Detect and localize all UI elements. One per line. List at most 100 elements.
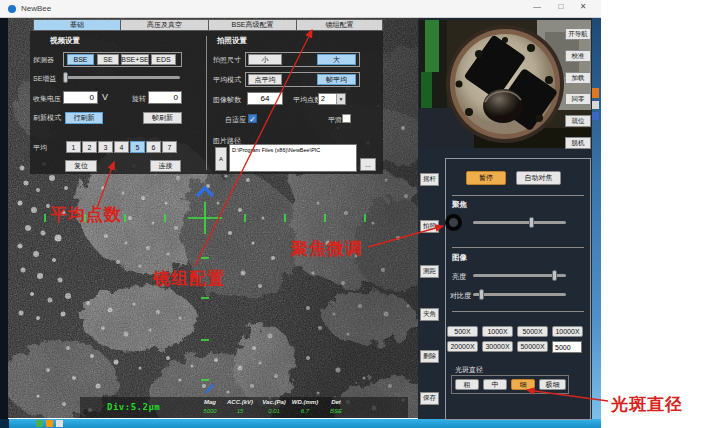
window-left-edge xyxy=(0,18,8,419)
snapshot-button[interactable]: 拍照 xyxy=(420,220,439,233)
average-mode-label: 平均模式 xyxy=(213,76,241,84)
det-value: BSE xyxy=(330,408,342,414)
mag-20000x-button[interactable]: 20000X xyxy=(447,341,478,352)
capture-frames-label: 图像帧数 xyxy=(213,96,241,104)
tab-bse-config[interactable]: BSE高级配置 xyxy=(209,19,297,31)
start-button[interactable] xyxy=(0,419,9,428)
angle-button[interactable]: 夹角 xyxy=(420,308,439,321)
mag-5000x-button[interactable]: 5000X xyxy=(517,326,548,337)
taskbar-icon[interactable] xyxy=(36,420,43,427)
det-header: Det xyxy=(331,399,341,405)
open-navigation-button[interactable]: 开导航 xyxy=(565,28,591,40)
focus-slider[interactable] xyxy=(473,221,566,224)
wd-value: 6.7 xyxy=(301,408,309,414)
spot-fine-button[interactable]: 细 xyxy=(511,379,535,390)
vac-header: Vac.(Pa) xyxy=(262,399,285,405)
acc-value: 15 xyxy=(237,408,244,414)
path-tool-button[interactable]: A xyxy=(215,147,227,171)
point-average-button[interactable]: 点平均 xyxy=(248,74,282,85)
voltage-unit: V xyxy=(102,93,108,101)
mag-50000x-button[interactable]: 50000X xyxy=(517,341,548,352)
average-points-label: 平均点数 xyxy=(293,96,321,104)
offline-button[interactable]: 脱机 xyxy=(565,137,591,149)
mag-500x-button[interactable]: 500X xyxy=(447,326,478,337)
browse-button[interactable]: ... xyxy=(360,158,376,171)
focus-slider-thumb[interactable] xyxy=(529,217,534,228)
contrast-slider[interactable] xyxy=(473,293,566,296)
vac-value: 0.01 xyxy=(268,408,280,414)
in-position-button[interactable]: 就位 xyxy=(565,115,591,127)
detector-bse-button[interactable]: BSE xyxy=(67,54,94,65)
focus-knob[interactable] xyxy=(445,214,462,231)
adaptive-checkbox[interactable]: ✓ xyxy=(248,114,257,123)
return-zero-button[interactable]: 回零 xyxy=(565,93,591,105)
mag-30000x-button[interactable]: 30000X xyxy=(482,341,513,352)
load-button[interactable]: 加载 xyxy=(565,72,591,84)
image-section-label: 图像 xyxy=(452,253,467,263)
desktop-icon xyxy=(592,88,599,98)
connect-button[interactable]: 连接 xyxy=(150,160,181,172)
minimize-button[interactable]: — xyxy=(528,1,546,13)
wd-header: WD.(mm) xyxy=(292,399,318,405)
spot-coarse-button[interactable]: 粗 xyxy=(455,379,479,390)
spot-ultrafine-button[interactable]: 极细 xyxy=(539,379,566,390)
frame-average-button[interactable]: 帧平均 xyxy=(317,74,356,85)
collect-voltage-input[interactable]: 0 xyxy=(63,91,98,104)
average-4-button[interactable]: 4 xyxy=(114,141,129,153)
tab-basic[interactable]: 基础 xyxy=(33,19,121,31)
divider xyxy=(452,195,584,196)
mag-1000x-button[interactable]: 1000X xyxy=(482,326,513,337)
collect-voltage-label: 收集电压 xyxy=(33,95,61,103)
spot-medium-button[interactable]: 中 xyxy=(483,379,507,390)
rotation-input[interactable]: 0 xyxy=(148,91,182,104)
photo-size-large-button[interactable]: 大 xyxy=(317,54,356,65)
average-7-button[interactable]: 7 xyxy=(162,141,177,153)
contrast-slider-thumb[interactable] xyxy=(479,289,484,300)
capture-frames-input[interactable]: 64 xyxy=(247,92,283,105)
detector-se-button[interactable]: SE xyxy=(97,54,119,65)
annotation-focus-fine: 聚焦微调 xyxy=(291,237,363,260)
calibrate-button[interactable]: 校准 xyxy=(565,50,591,62)
delete-button[interactable]: 删除 xyxy=(420,350,439,363)
measure-button[interactable]: 测距 xyxy=(420,265,439,278)
photo-size-small-button[interactable]: 小 xyxy=(248,54,282,65)
divider xyxy=(452,247,584,248)
desktop-icon xyxy=(592,101,599,109)
average-2-button[interactable]: 2 xyxy=(82,141,97,153)
line-refresh-button[interactable]: 行刷新 xyxy=(65,112,103,124)
adaptive-label: 自适应 xyxy=(225,116,246,124)
desktop-sliver xyxy=(592,18,601,419)
se-gain-slider-thumb[interactable] xyxy=(63,72,68,83)
average-1-button[interactable]: 1 xyxy=(66,141,81,153)
tab-lens-config[interactable]: 镜组配置 xyxy=(297,19,383,31)
pause-button[interactable]: 暂停 xyxy=(466,171,506,185)
mag-10000x-button[interactable]: 10000X xyxy=(552,326,583,337)
average-3-button[interactable]: 3 xyxy=(98,141,113,153)
taskbar-icon[interactable] xyxy=(56,420,63,427)
joystick-button[interactable]: 摇杆 xyxy=(420,173,439,186)
mag-input[interactable]: 5000 xyxy=(552,341,582,353)
brightness-slider-thumb[interactable] xyxy=(552,270,557,281)
reset-button[interactable]: 复位 xyxy=(65,160,97,172)
frame-refresh-button[interactable]: 帧刷新 xyxy=(143,112,182,124)
detector-eds-button[interactable]: EDS xyxy=(151,54,176,65)
mag-value: 5000 xyxy=(203,408,216,414)
average-6-button[interactable]: 6 xyxy=(146,141,161,153)
annotation-spot-diameter: 光斑直径 xyxy=(611,393,683,416)
close-button[interactable]: ✕ xyxy=(574,1,592,13)
title-bar xyxy=(0,0,601,18)
smooth-checkbox[interactable] xyxy=(342,114,351,123)
detector-bse-se-button[interactable]: BSE+SE xyxy=(121,54,149,65)
tab-hv-vacuum[interactable]: 高压及真空 xyxy=(121,19,209,31)
se-gain-slider[interactable] xyxy=(63,76,180,79)
autofocus-button[interactable]: 自动对焦 xyxy=(516,171,561,185)
taskbar-icon[interactable] xyxy=(46,420,53,427)
maximize-button[interactable]: □ xyxy=(552,1,570,13)
divider xyxy=(452,311,584,312)
average-5-button[interactable]: 5 xyxy=(130,141,145,153)
save-path-box[interactable]: D:\Program Files (x86)\NewBee\PIC xyxy=(229,144,357,172)
save-button[interactable]: 保存 xyxy=(420,392,439,405)
average-points-select[interactable]: 2▼ xyxy=(318,93,346,105)
taskbar[interactable] xyxy=(0,419,601,428)
chevron-down-icon: ▼ xyxy=(336,94,345,104)
